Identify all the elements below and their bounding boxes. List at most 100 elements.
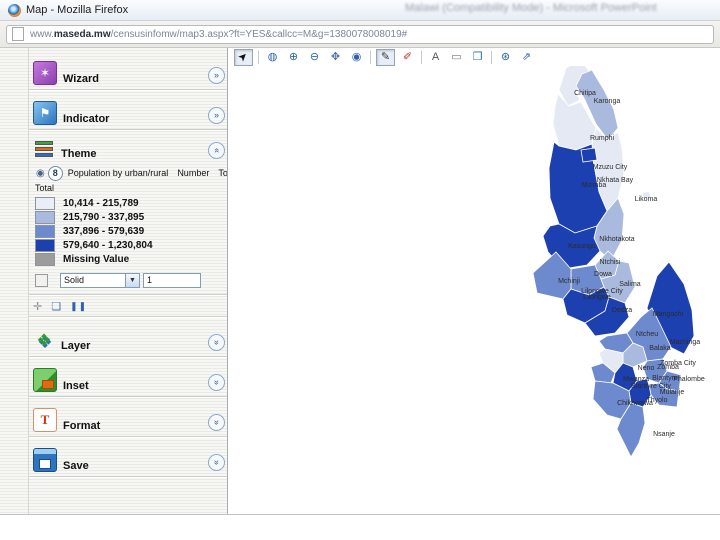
url-text: www.maseda.mw/censusinfomw/map3.aspx?ft=… — [30, 28, 408, 40]
theme-panel-body: ◉ 8 Population by urban/rural Number Total… — [29, 163, 227, 293]
indicator-icon: ⚑ — [33, 101, 57, 125]
border-width-input[interactable]: 1 — [143, 272, 201, 288]
firefox-icon — [8, 3, 21, 17]
divider — [29, 89, 227, 91]
panel-indicator-label: Indicator — [63, 113, 110, 125]
legend-row: 579,640 - 1,230,804 — [33, 238, 227, 252]
district-label: Mulanje — [660, 389, 685, 396]
panel-format[interactable]: T Format » — [29, 399, 227, 435]
panel-wizard[interactable]: ✶ Wizard » — [29, 52, 227, 88]
save-icon — [33, 448, 57, 472]
toolbar-separator — [370, 50, 371, 64]
district-label: Lilongwe — [583, 294, 611, 301]
legend-swatch[interactable] — [35, 238, 55, 252]
label-draw-tool[interactable]: ✐ — [399, 50, 416, 65]
panel-indicator[interactable]: ⚑ Indicator » — [29, 92, 227, 128]
district-label: Zomba — [657, 364, 679, 371]
globe-export-tool[interactable]: ⇗ — [518, 50, 535, 65]
theme-tools-row: ✛ ❏ ❚❚ — [29, 297, 227, 315]
theme-icon — [33, 138, 55, 160]
district-label: Mwanza — [623, 376, 649, 383]
legend-range-label: 337,896 - 579,639 — [63, 225, 145, 237]
format-icon: T — [33, 408, 57, 432]
wizard-expand-button[interactable]: » — [208, 67, 225, 84]
district-label: Chikhwawa — [617, 400, 653, 407]
pointer-tool[interactable]: ➤ — [234, 48, 253, 66]
wizard-icon: ✶ — [33, 61, 57, 85]
district-label: Rumphi — [590, 135, 615, 142]
indicator-subgroup: Total — [218, 168, 227, 178]
district-label: Nsanje — [653, 431, 675, 438]
map-toolbar: ➤ ◍ ⊕ ⊖ ✥ ◉ ✎ ✐ A ▭ ❐ ⊛ ⇗ — [228, 48, 720, 66]
indicator-expand-button[interactable]: » — [208, 107, 225, 124]
panel-layer[interactable]: ❖ Layer » — [29, 319, 227, 355]
district-label: Likoma — [635, 196, 658, 203]
link-icon[interactable]: 8 — [47, 165, 63, 181]
district-label: Mchinji — [558, 278, 580, 285]
url-input[interactable]: www.maseda.mw/censusinfomw/map3.aspx?ft=… — [6, 24, 714, 44]
style-checkbox[interactable] — [35, 273, 48, 287]
save-expand-button[interactable]: » — [208, 454, 225, 471]
divider — [29, 436, 227, 438]
font-size-tool[interactable]: A — [427, 50, 444, 65]
legend-range-label: 579,640 - 1,230,804 — [63, 239, 153, 251]
identify-tool[interactable]: ◉ — [348, 50, 365, 65]
format-expand-button[interactable]: » — [208, 414, 225, 431]
district-label: Ntcheu — [636, 331, 658, 338]
panel-theme-label: Theme — [61, 148, 97, 160]
draw-tool[interactable]: ✎ — [376, 48, 395, 66]
district-label: Ntchisi — [599, 259, 620, 266]
sidebar: ✶ Wizard » ⚑ Indicator » Theme » ◉ 8 Pop… — [28, 48, 228, 514]
selected-indicator-row[interactable]: ◉ 8 Population by urban/rural Number Total — [33, 165, 227, 181]
district-label: Balaka — [649, 345, 671, 352]
fill-style-row: Solid ▼ 1 — [33, 269, 227, 291]
district-label: Karonga — [594, 98, 621, 105]
legend-range-label: 215,790 - 337,895 — [63, 211, 145, 223]
chevron-down-icon[interactable]: ▼ — [125, 273, 139, 287]
legend-range-label: Missing Value — [63, 253, 130, 265]
district-label: Dedza — [612, 307, 632, 314]
district-label: Phalombe — [673, 376, 705, 383]
legend-range-label: 10,414 - 215,789 — [63, 197, 139, 209]
report-page-icon[interactable]: ❏ — [51, 300, 61, 313]
legend-swatch[interactable] — [35, 196, 55, 210]
chart-columns-icon[interactable]: ❚❚ — [70, 301, 87, 312]
full-extent-tool[interactable]: ◍ — [264, 50, 281, 65]
toolbar-separator — [421, 50, 422, 64]
inset-expand-button[interactable]: » — [208, 374, 225, 391]
divider — [29, 316, 227, 318]
window-titlebar: Map - Mozilla Firefox Malawi (Compatibil… — [0, 0, 720, 21]
zoom-out-tool[interactable]: ⊖ — [306, 50, 323, 65]
site-favicon — [12, 27, 24, 41]
layer-icon: ❖ — [36, 331, 52, 350]
map-layers-tool[interactable]: ❐ — [469, 50, 486, 65]
malawi-map-svg: ChitipaKarongaRumphiMzuzu CityNkhata Bay… — [532, 59, 705, 458]
legend-swatch[interactable] — [35, 224, 55, 238]
indicator-unit: Number — [177, 168, 210, 178]
panel-save[interactable]: Save » — [29, 439, 227, 475]
fill-style-select[interactable]: Solid ▼ — [60, 272, 140, 288]
ruler-tool[interactable]: ▭ — [448, 50, 465, 65]
legend-swatch[interactable] — [35, 210, 55, 224]
theme-collapse-button[interactable]: » — [208, 142, 225, 159]
zoom-in-tool[interactable]: ⊕ — [285, 50, 302, 65]
url-toolbar: www.maseda.mw/censusinfomw/map3.aspx?ft=… — [0, 21, 720, 48]
district-mzuzu-city[interactable] — [580, 147, 598, 163]
left-gutter — [0, 48, 28, 514]
layer-expand-button[interactable]: » — [208, 334, 225, 351]
legend-swatch[interactable] — [35, 252, 55, 266]
panel-inset[interactable]: Inset » — [29, 359, 227, 395]
move-icon[interactable]: ✛ — [33, 300, 42, 313]
indicator-header: Population by urban/rural Number Total — [68, 168, 227, 178]
divider — [29, 396, 227, 398]
district-label: Mangochi — [653, 311, 684, 318]
legend-row: 10,414 - 215,789 — [33, 196, 227, 210]
globe-grid-tool[interactable]: ⊛ — [497, 50, 514, 65]
inset-icon — [33, 368, 57, 392]
panel-wizard-label: Wizard — [63, 73, 99, 85]
toolbar-separator — [491, 50, 492, 64]
panel-inset-label: Inset — [63, 380, 89, 392]
district-label: Salima — [619, 281, 641, 288]
panel-theme[interactable]: Theme » — [29, 132, 227, 163]
pan-tool[interactable]: ✥ — [327, 50, 344, 65]
